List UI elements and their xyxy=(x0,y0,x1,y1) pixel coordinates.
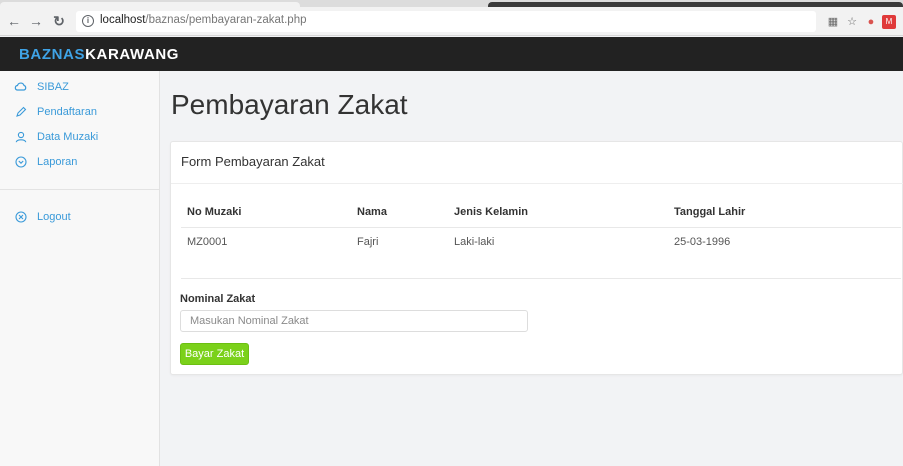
nominal-zakat-input[interactable] xyxy=(180,310,528,332)
table-cell-no-muzaki: MZ0001 xyxy=(187,236,228,248)
panel-title: Form Pembayaran Zakat xyxy=(181,154,325,169)
browser-toolbar: ← → ↻ i localhost/baznas/pembayaran-zaka… xyxy=(0,7,903,36)
table-cell-nama: Fajri xyxy=(357,236,379,248)
cloud-icon xyxy=(14,81,27,94)
app-navbar: BAZNASKARAWANG xyxy=(0,37,903,71)
url-host: localhost xyxy=(100,14,146,26)
page-title: Pembayaran Zakat xyxy=(171,89,408,120)
back-icon[interactable]: ← xyxy=(6,13,22,29)
reload-icon[interactable]: ↻ xyxy=(51,13,67,29)
table-header-jenis-kelamin: Jenis Kelamin xyxy=(454,206,528,218)
table-header-nama: Nama xyxy=(357,206,387,218)
table-cell-jenis-kelamin: Laki-laki xyxy=(454,236,495,248)
payment-form-panel: Form Pembayaran Zakat No Muzaki Nama Jen… xyxy=(170,141,903,375)
table-cell-tanggal-lahir: 25-03-1996 xyxy=(674,236,731,248)
brand-part2: KARAWANG xyxy=(85,46,180,63)
sidebar: SIBAZ Pendaftaran Data Muzaki Laporan Lo… xyxy=(0,71,160,466)
sidebar-item-sibaz[interactable]: SIBAZ xyxy=(14,79,69,95)
brand-logo[interactable]: BAZNASKARAWANG xyxy=(19,46,179,63)
brand-part1: BAZNAS xyxy=(19,46,86,63)
table-header-tanggal-lahir: Tanggal Lahir xyxy=(674,206,746,218)
table-header-divider xyxy=(181,227,901,228)
translate-icon[interactable]: ▦ xyxy=(826,15,840,29)
sidebar-divider xyxy=(0,189,159,190)
sidebar-item-data-muzaki[interactable]: Data Muzaki xyxy=(14,129,98,145)
sidebar-item-logout[interactable]: Logout xyxy=(14,209,71,225)
browser-tab-strip xyxy=(0,0,903,7)
forward-icon[interactable]: → xyxy=(28,13,44,29)
close-circle-icon xyxy=(14,210,27,224)
info-icon[interactable]: i xyxy=(82,15,94,27)
sidebar-item-label: Laporan xyxy=(37,156,78,168)
section-divider xyxy=(181,278,901,279)
url-text: localhost/baznas/pembayaran-zakat.php xyxy=(100,14,307,26)
address-bar[interactable]: i localhost/baznas/pembayaran-zakat.php xyxy=(76,11,816,32)
mail-extension-icon[interactable]: M xyxy=(882,15,896,29)
table-header-no-muzaki: No Muzaki xyxy=(187,206,242,218)
user-icon xyxy=(14,131,27,144)
extension-icon[interactable]: ● xyxy=(864,15,878,29)
sidebar-item-laporan[interactable]: Laporan xyxy=(14,154,77,170)
chevron-circle-icon xyxy=(14,155,27,169)
sidebar-item-label: Logout xyxy=(37,211,71,223)
nominal-zakat-label: Nominal Zakat xyxy=(180,293,256,305)
sidebar-item-pendaftaran[interactable]: Pendaftaran xyxy=(14,104,97,120)
pencil-icon xyxy=(14,106,27,119)
bayar-zakat-button[interactable]: Bayar Zakat xyxy=(180,343,249,365)
bookmark-star-icon[interactable]: ☆ xyxy=(845,15,859,29)
panel-heading: Form Pembayaran Zakat xyxy=(171,142,903,184)
sidebar-item-label: Pendaftaran xyxy=(37,106,97,118)
sidebar-item-label: Data Muzaki xyxy=(37,131,99,143)
sidebar-item-label: SIBAZ xyxy=(37,81,69,93)
url-path: /baznas/pembayaran-zakat.php xyxy=(145,14,307,26)
